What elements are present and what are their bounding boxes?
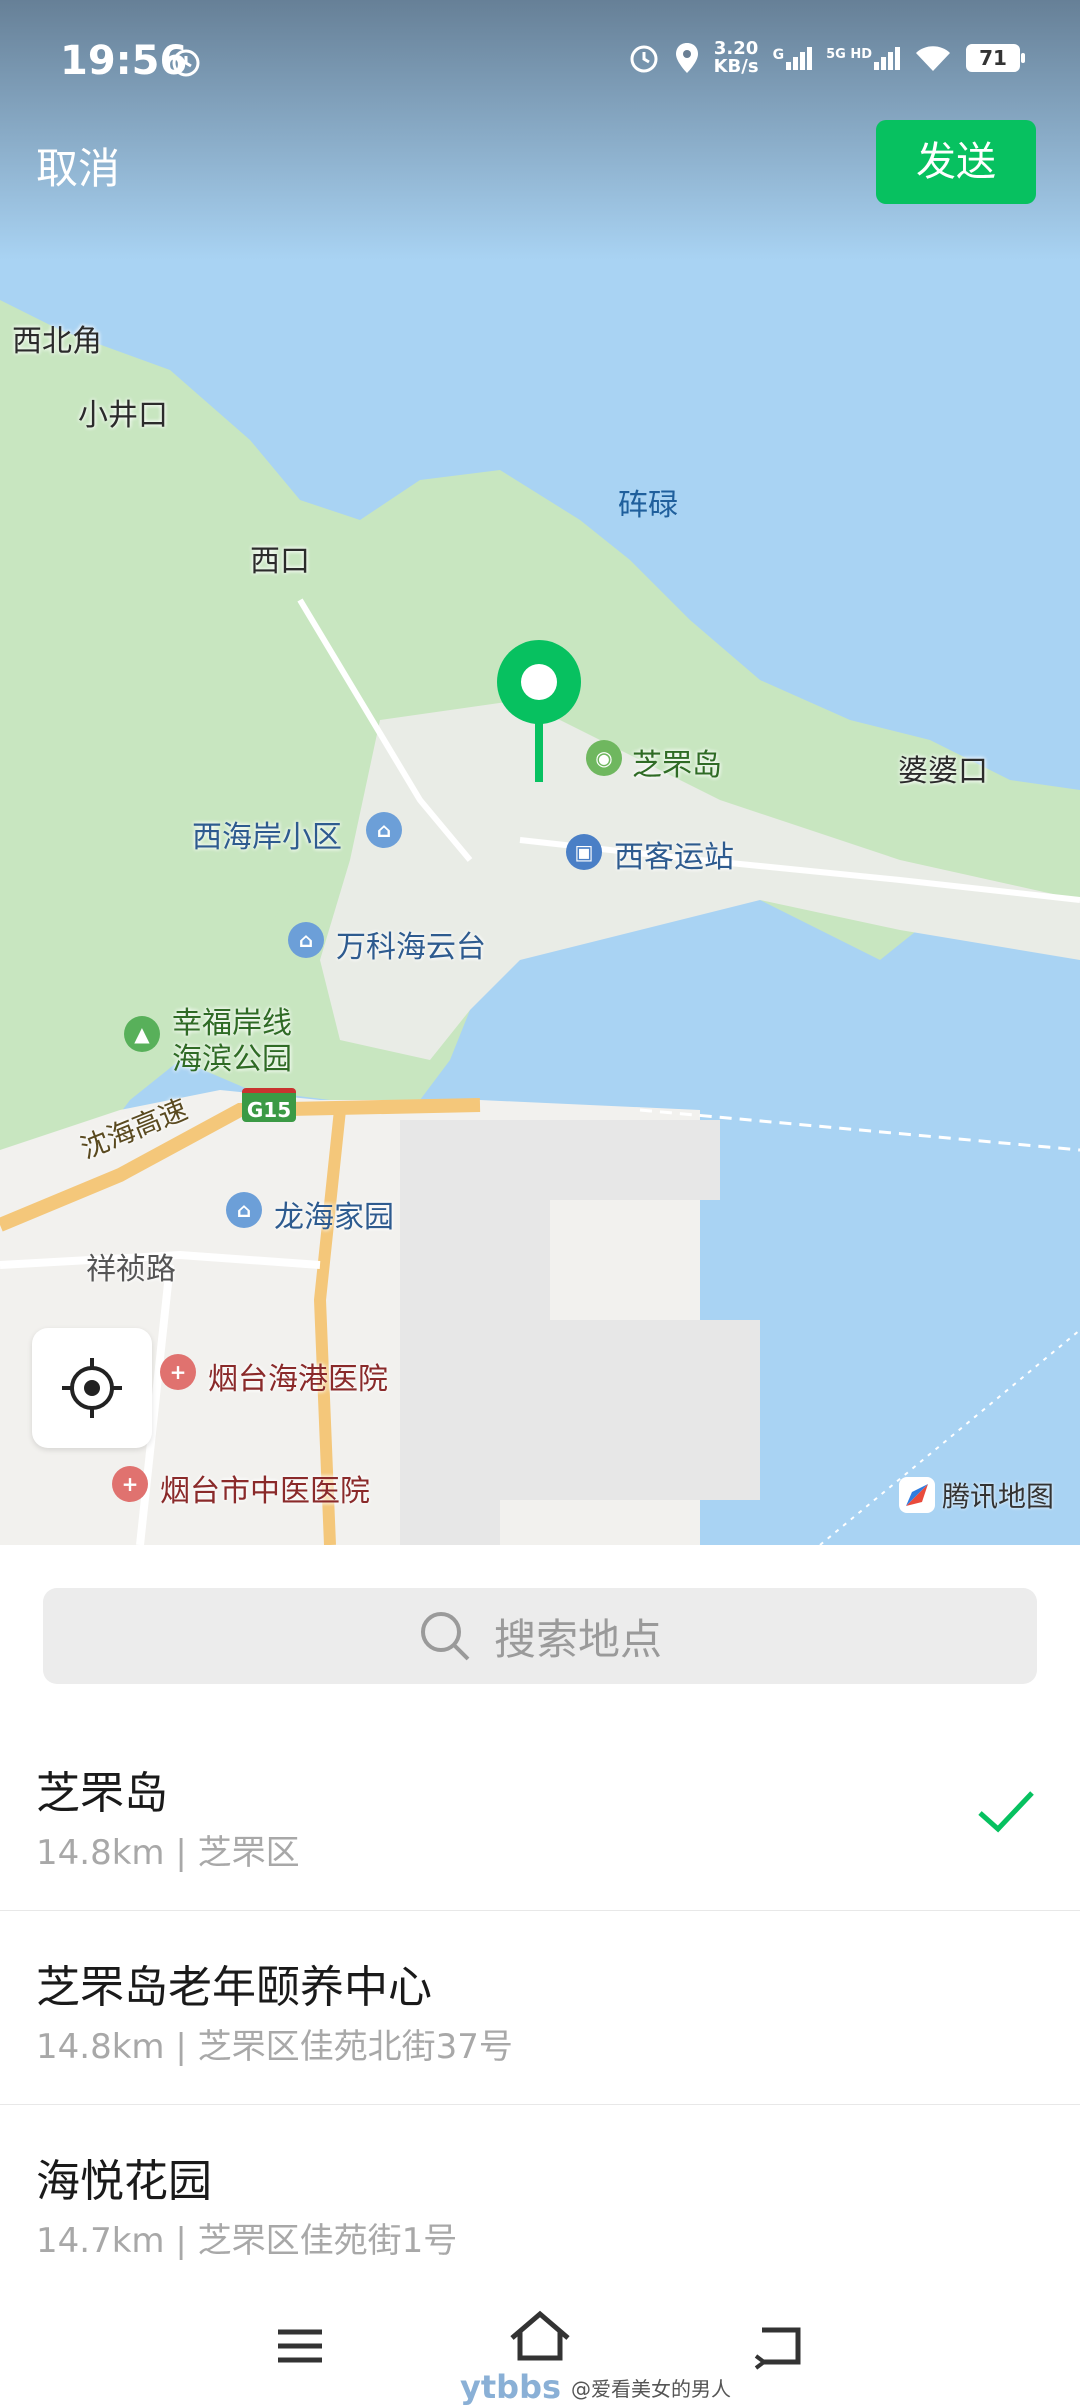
list-item[interactable]: 芝罘岛老年颐养中心 14.8km | 芝罘区佳苑北街37号 xyxy=(0,1911,1080,2105)
house-icon: ⌂ xyxy=(288,922,324,958)
map-label: 小井口 xyxy=(78,398,168,433)
map-provider-logo: 腾讯地图 xyxy=(898,1475,1054,1515)
map-label[interactable]: 海滨公园 xyxy=(172,1034,292,1078)
battery-icon: 71 xyxy=(966,44,1025,72)
map-label[interactable]: 西海岸小区 xyxy=(192,812,342,856)
bus-station-icon: ▣ xyxy=(566,834,602,870)
search-input[interactable]: 搜索地点 xyxy=(43,1588,1037,1684)
map-label[interactable]: 芝罘岛 xyxy=(632,740,722,784)
alarm-icon xyxy=(630,45,658,73)
camera-icon: ◉ xyxy=(586,740,622,776)
map-label[interactable]: 西客运站 xyxy=(614,832,734,876)
status-bar: 19:56 3.20 KB/s G 5G HD 71 xyxy=(0,0,1080,120)
send-button[interactable]: 发送 xyxy=(876,120,1036,204)
back-icon[interactable] xyxy=(752,2318,808,2374)
wifi-icon xyxy=(916,46,950,71)
result-detail: 14.8km | 芝罘区 xyxy=(36,1833,300,1873)
result-name: 海悦花园 xyxy=(36,2156,212,2207)
alarm-icon xyxy=(172,49,200,77)
location-pin-icon[interactable] xyxy=(494,636,584,786)
menu-icon[interactable] xyxy=(272,2318,328,2374)
map-label[interactable]: 烟台海港医院 xyxy=(208,1354,388,1398)
list-item[interactable]: 芝罘岛 14.8km | 芝罘区 xyxy=(0,1717,1080,1911)
house-icon: ⌂ xyxy=(366,812,402,848)
tencent-map-icon xyxy=(898,1477,935,1513)
result-name: 芝罘岛老年颐养中心 xyxy=(36,1962,432,2013)
result-detail: 14.7km | 芝罘区佳苑街1号 xyxy=(36,2221,458,2261)
result-detail: 14.8km | 芝罘区佳苑北街37号 xyxy=(36,2027,513,2067)
location-sheet: 搜索地点 芝罘岛 14.8km | 芝罘区 芝罘岛老年颐养中心 14.8km |… xyxy=(0,1545,1080,2408)
map-label: 西北角 xyxy=(12,324,102,359)
road-label: 祥祯路 xyxy=(86,1252,176,1287)
status-icons: 3.20 KB/s G 5G HD 71 xyxy=(628,38,1025,77)
crosshair-icon xyxy=(62,1358,122,1418)
map-label: 婆婆口 xyxy=(898,754,988,789)
park-tree-icon: ▲ xyxy=(124,1016,160,1052)
map-label: 砗碌 xyxy=(618,488,678,523)
house-icon: ⌂ xyxy=(226,1192,262,1228)
location-icon xyxy=(675,43,698,73)
map-label: 西口 xyxy=(250,544,310,579)
map-provider-label: 腾讯地图 xyxy=(941,1480,1054,1513)
net-speed: 3.20 KB/s xyxy=(713,38,759,77)
home-icon[interactable] xyxy=(508,2308,572,2364)
checkmark-icon xyxy=(978,1791,1034,1833)
locate-me-button[interactable] xyxy=(32,1328,152,1448)
hospital-icon: + xyxy=(160,1354,196,1390)
search-placeholder: 搜索地点 xyxy=(493,1614,662,1664)
signal-strength-icon: 5G HD xyxy=(826,46,900,70)
signal-strength-icon: G xyxy=(773,46,813,70)
map-label[interactable]: 万科海云台 xyxy=(336,922,486,966)
result-name: 芝罘岛 xyxy=(36,1768,168,1819)
status-time: 19:56 xyxy=(60,38,188,84)
map-label[interactable]: 烟台市中医医院 xyxy=(160,1466,370,1510)
map-label[interactable]: 龙海家园 xyxy=(274,1192,394,1236)
search-icon xyxy=(420,1612,470,1661)
cancel-button[interactable]: 取消 xyxy=(36,135,120,196)
highway-shield: G15 xyxy=(242,1088,296,1122)
watermark: ytbbs @爱看美女的男人 xyxy=(460,2368,732,2406)
port-area xyxy=(400,1120,760,1545)
hospital-icon: + xyxy=(112,1466,148,1502)
list-item[interactable]: 海悦花园 14.7km | 芝罘区佳苑街1号 xyxy=(0,2105,1080,2299)
